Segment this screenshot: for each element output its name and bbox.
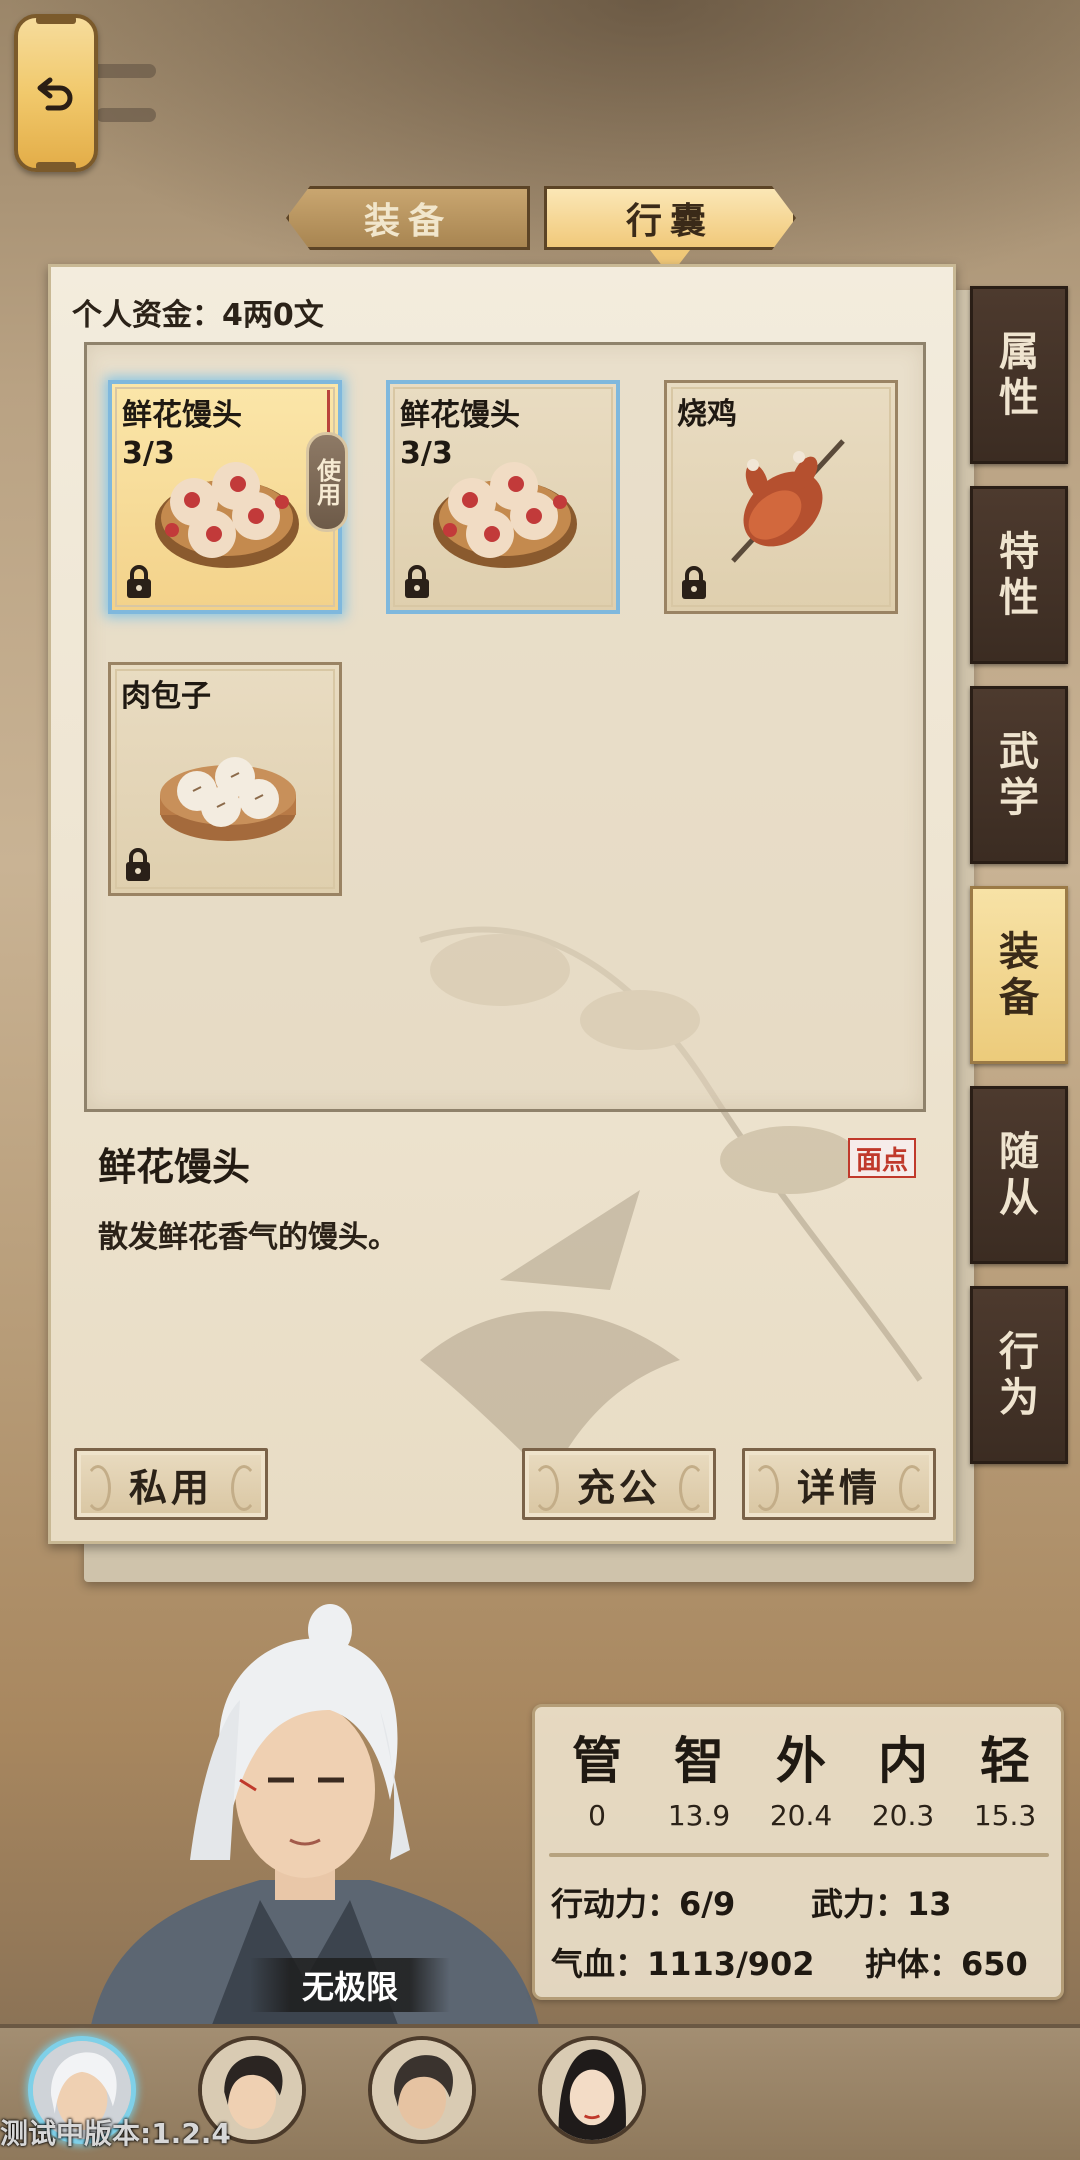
party-avatar-3[interactable] (368, 2036, 476, 2144)
use-tag-string (327, 390, 330, 434)
stat-value: 13.9 (667, 1799, 731, 1832)
side-tab-char: 随 (999, 1129, 1039, 1175)
side-tab-behavior[interactable]: 行 为 (970, 1286, 1068, 1464)
item-name: 鲜花馒头 (400, 398, 520, 433)
avatar-portrait (542, 2040, 642, 2140)
back-button[interactable] (14, 14, 98, 172)
side-tab-martial-arts[interactable]: 武 学 (970, 686, 1068, 864)
stat-value: 20.4 (769, 1799, 833, 1832)
stat-glyph: 内 (878, 1731, 928, 1790)
side-tab-char: 行 (999, 1329, 1039, 1375)
version-label: 测试中版本:1.2.4 (0, 2117, 231, 2150)
side-tab-equipment[interactable]: 装 备 (970, 886, 1068, 1064)
donate-button[interactable]: 充公 (522, 1448, 716, 1520)
side-tab-char: 性 (999, 575, 1039, 621)
inventory-slot-flower-bun-selected[interactable]: 鲜花馒头 3/3 使用 (108, 380, 348, 614)
stat-value: 0 (588, 1799, 606, 1832)
personal-funds: 个人资金：4两0文 (72, 298, 324, 333)
side-tab-attributes[interactable]: 属 性 (970, 286, 1068, 464)
item-name: 烧鸡 (677, 397, 737, 432)
stat-glyph: 轻 (980, 1731, 1030, 1790)
stat-agility: 轻 15.3 (953, 1721, 1057, 1832)
side-tab-char: 性 (999, 375, 1039, 421)
side-tab-char: 武 (999, 729, 1039, 775)
stats-divider (549, 1853, 1049, 1857)
character-stats-panel: 管 0 智 13.9 外 20.4 内 20.3 轻 15.3 行动力：6/9 … (532, 1704, 1064, 2000)
armor-value: 护体：650 (865, 1945, 1028, 1983)
stat-external: 外 20.4 (749, 1721, 853, 1832)
side-tab-char: 从 (999, 1175, 1039, 1221)
meat-bun-icon (160, 757, 296, 841)
side-tab-char: 为 (999, 1375, 1039, 1421)
character-name: 无极限 (250, 1958, 450, 2012)
tab-equipment[interactable]: 装备 (286, 186, 530, 250)
side-tab-traits[interactable]: 特 性 (970, 486, 1068, 664)
details-label: 详情 (796, 1465, 881, 1510)
stat-internal: 内 20.3 (851, 1721, 955, 1832)
inventory-slot-meat-bun[interactable]: 肉包子 (108, 662, 342, 896)
item-description: 散发鲜花香气的馒头。 (98, 1220, 398, 1255)
stat-glyph: 智 (674, 1731, 724, 1790)
lock-icon (405, 565, 429, 598)
side-tab-char: 备 (999, 975, 1039, 1021)
stat-value: 15.3 (973, 1799, 1037, 1832)
hp-value: 气血：1113/902 (551, 1945, 815, 1983)
side-tab-char: 学 (999, 775, 1039, 821)
tab-equipment-label: 装备 (363, 201, 452, 242)
flower-bun-icon (433, 462, 577, 568)
lock-icon (127, 565, 151, 598)
details-button[interactable]: 详情 (742, 1448, 936, 1520)
side-tab-char: 属 (999, 329, 1039, 375)
donate-label: 充公 (576, 1465, 661, 1510)
stat-glyph: 管 (572, 1731, 622, 1790)
item-name: 鲜花馒头 (122, 398, 242, 433)
tab-bag[interactable]: 行囊 (544, 186, 796, 250)
stat-management: 管 0 (545, 1721, 649, 1832)
side-tab-followers[interactable]: 随 从 (970, 1086, 1068, 1264)
back-arrow-icon (37, 77, 73, 111)
flower-bun-icon (155, 462, 299, 568)
deco-line (96, 108, 156, 122)
party-avatar-4[interactable] (538, 2036, 646, 2144)
item-name: 肉包子 (121, 679, 211, 714)
stat-intelligence: 智 13.9 (647, 1721, 751, 1832)
use-button[interactable]: 使用 (306, 432, 348, 532)
lock-icon (126, 848, 150, 881)
roast-chicken-icon (731, 439, 845, 563)
item-category-badge: 面点 (848, 1138, 916, 1178)
force-value: 武力：13 (811, 1885, 952, 1923)
side-tab-char: 装 (999, 929, 1039, 975)
private-use-button[interactable]: 私用 (74, 1448, 268, 1520)
stat-value: 20.3 (871, 1799, 935, 1832)
tab-bag-label: 行囊 (625, 201, 714, 242)
action-points: 行动力：6/9 (551, 1885, 736, 1923)
avatar-portrait (372, 2040, 472, 2140)
lock-icon (682, 566, 706, 599)
item-detail-name: 鲜花馒头 (98, 1145, 251, 1189)
inventory-slot-flower-bun[interactable]: 鲜花馒头 3/3 (386, 380, 620, 614)
side-tab-char: 特 (999, 529, 1039, 575)
inventory-slot-roast-chicken[interactable]: 烧鸡 (664, 380, 898, 614)
private-use-label: 私用 (128, 1465, 213, 1510)
stat-glyph: 外 (776, 1731, 826, 1790)
